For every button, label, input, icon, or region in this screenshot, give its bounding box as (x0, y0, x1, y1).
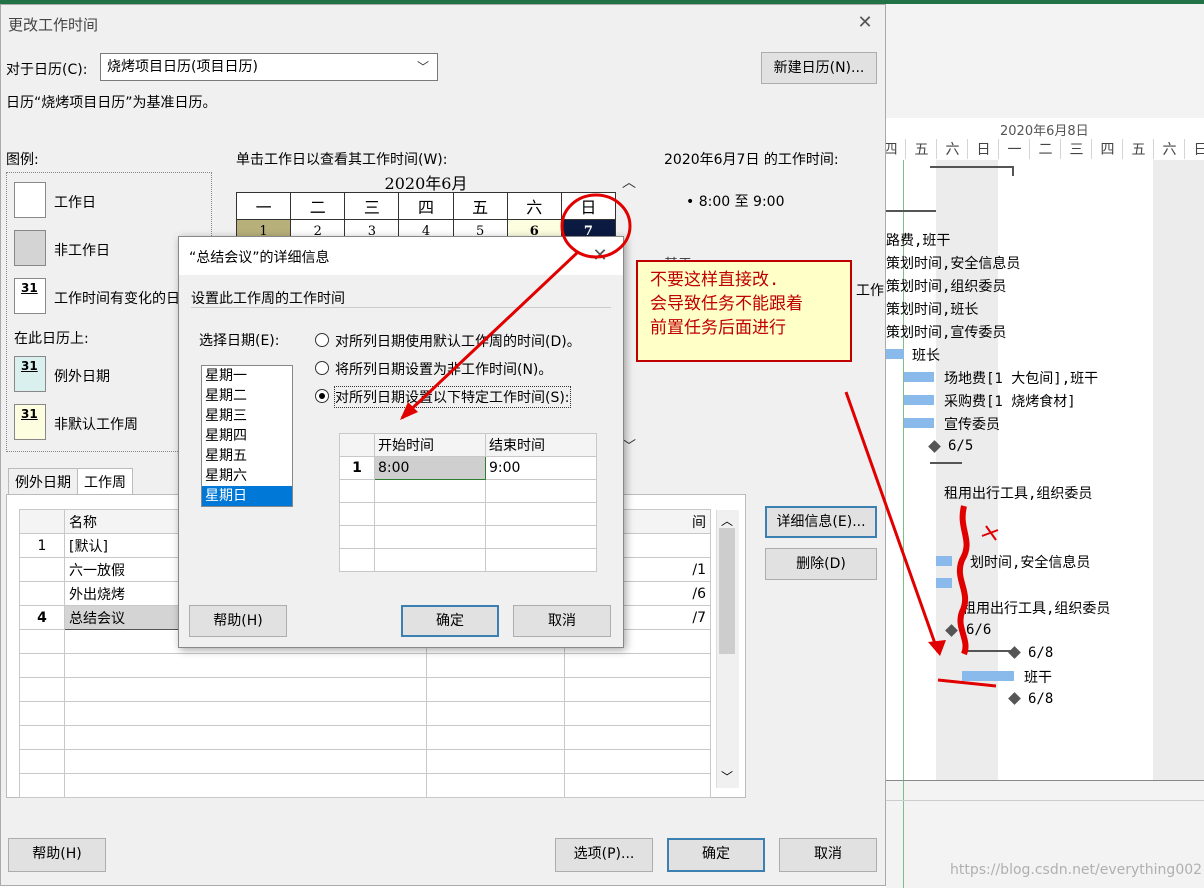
highlight-circle (560, 193, 632, 259)
annotation-overlay (400, 193, 999, 688)
scribble-mark (937, 678, 997, 688)
annotation-arrow (844, 391, 940, 653)
annotation-arrow (400, 250, 580, 420)
scribble-mark (956, 505, 970, 656)
arrow-head (928, 640, 946, 656)
scribble-mark (981, 525, 999, 541)
